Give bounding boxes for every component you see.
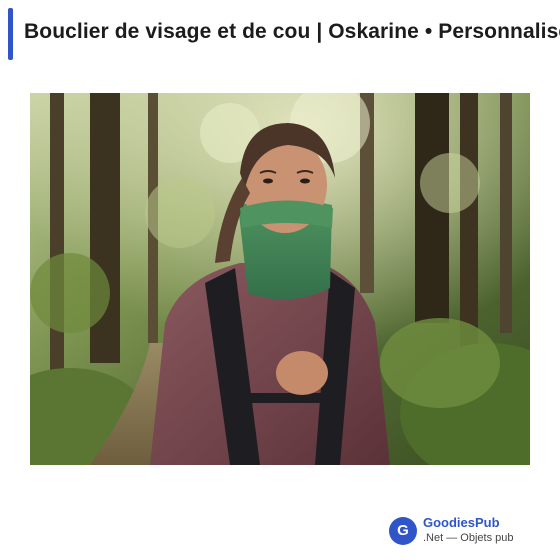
brand-watermark[interactable]: G GoodiesPub .Net — Objets pub: [389, 514, 559, 550]
brand-logo-icon: G: [389, 517, 417, 545]
product-image[interactable]: [30, 93, 530, 465]
brand-tagline: .Net — Objets pub: [423, 532, 514, 544]
title-accent-bar: [8, 8, 13, 60]
title-bar: Bouclier de visage et de cou | Oskarine …: [0, 8, 560, 60]
brand-name: GoodiesPub: [423, 515, 500, 530]
product-page: Bouclier de visage et de cou | Oskarine …: [0, 0, 560, 560]
photo-runner-neck-gaiter-icon: [30, 93, 530, 465]
page-title: Bouclier de visage et de cou | Oskarine …: [24, 20, 560, 43]
